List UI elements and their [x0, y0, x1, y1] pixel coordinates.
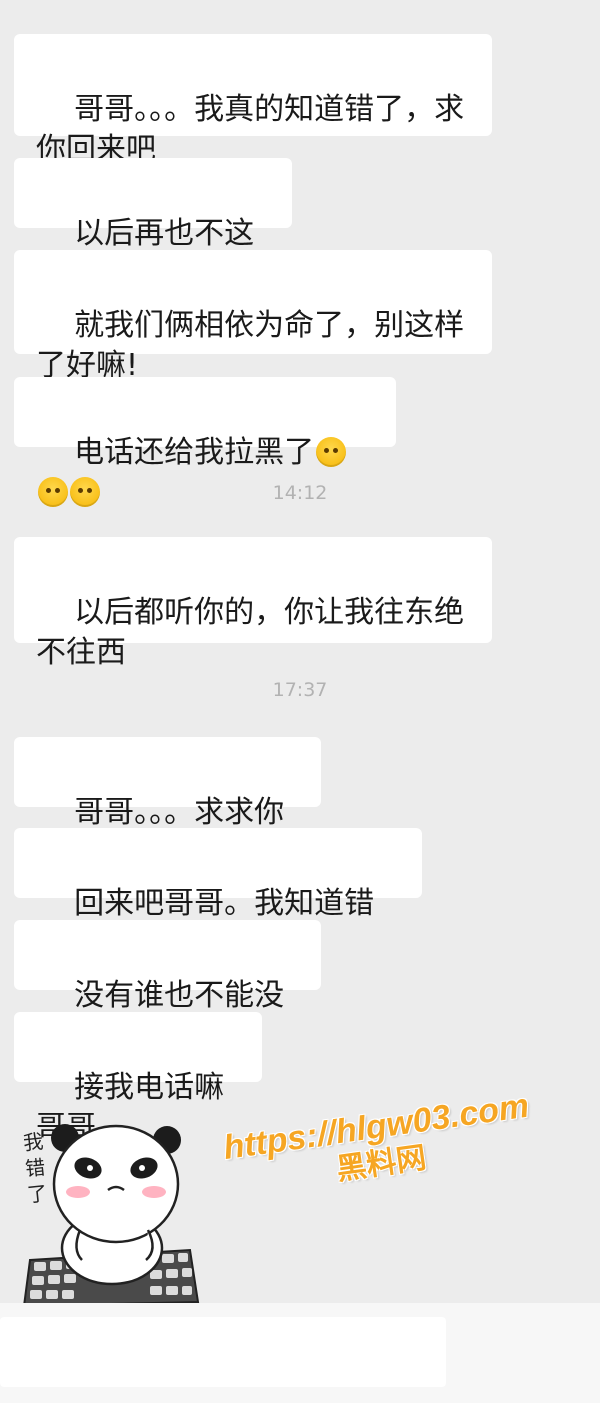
message-text: 以后都听你的，你让我往东绝不往西	[36, 595, 465, 670]
svg-text:我: 我	[22, 1129, 44, 1155]
svg-text:错: 错	[24, 1155, 46, 1181]
timestamp: 17:37	[272, 679, 328, 701]
message-bubble[interactable]: 接我电话嘛哥哥	[14, 1012, 262, 1145]
message-text: 电话还给我拉黑了	[74, 435, 315, 470]
message-bubble[interactable]: 哥哥。。。求求你了	[14, 737, 321, 870]
message-bubble[interactable]: 电话还给我拉黑了	[14, 377, 396, 507]
message-bubble[interactable]: 没有谁也不能没有你	[14, 920, 321, 1053]
message-text: 就我们俩相依为命了，别这样了好嘛!	[36, 308, 465, 383]
message-bubble[interactable]: 哥哥。。。我真的知道错了，求你回来吧	[14, 34, 492, 167]
svg-text:了: 了	[26, 1181, 48, 1207]
watermark: https://hlgw03.com 黑料网	[210, 1084, 547, 1205]
sad-face-icon	[316, 437, 347, 467]
chat-area[interactable]: 哥哥。。。我真的知道错了，求你回来吧 以后再也不这样了 就我们俩相依为命了，别这…	[0, 0, 600, 1308]
panda-sticker-icon[interactable]: 我 错 了	[20, 1110, 200, 1310]
message-input[interactable]	[0, 1317, 446, 1387]
message-bubble[interactable]: 以后都听你的，你让我往东绝不往西	[14, 537, 492, 670]
timestamp: 14:12	[272, 482, 328, 504]
message-bubble[interactable]: 以后再也不这样了	[14, 158, 292, 291]
message-text: 哥哥。。。我真的知道错了，求你回来吧	[36, 92, 465, 167]
message-bubble[interactable]: 回来吧哥哥。我知道错了	[14, 828, 422, 961]
message-bubble[interactable]: 就我们俩相依为命了，别这样了好嘛!	[14, 250, 492, 383]
input-bar	[0, 1303, 600, 1403]
